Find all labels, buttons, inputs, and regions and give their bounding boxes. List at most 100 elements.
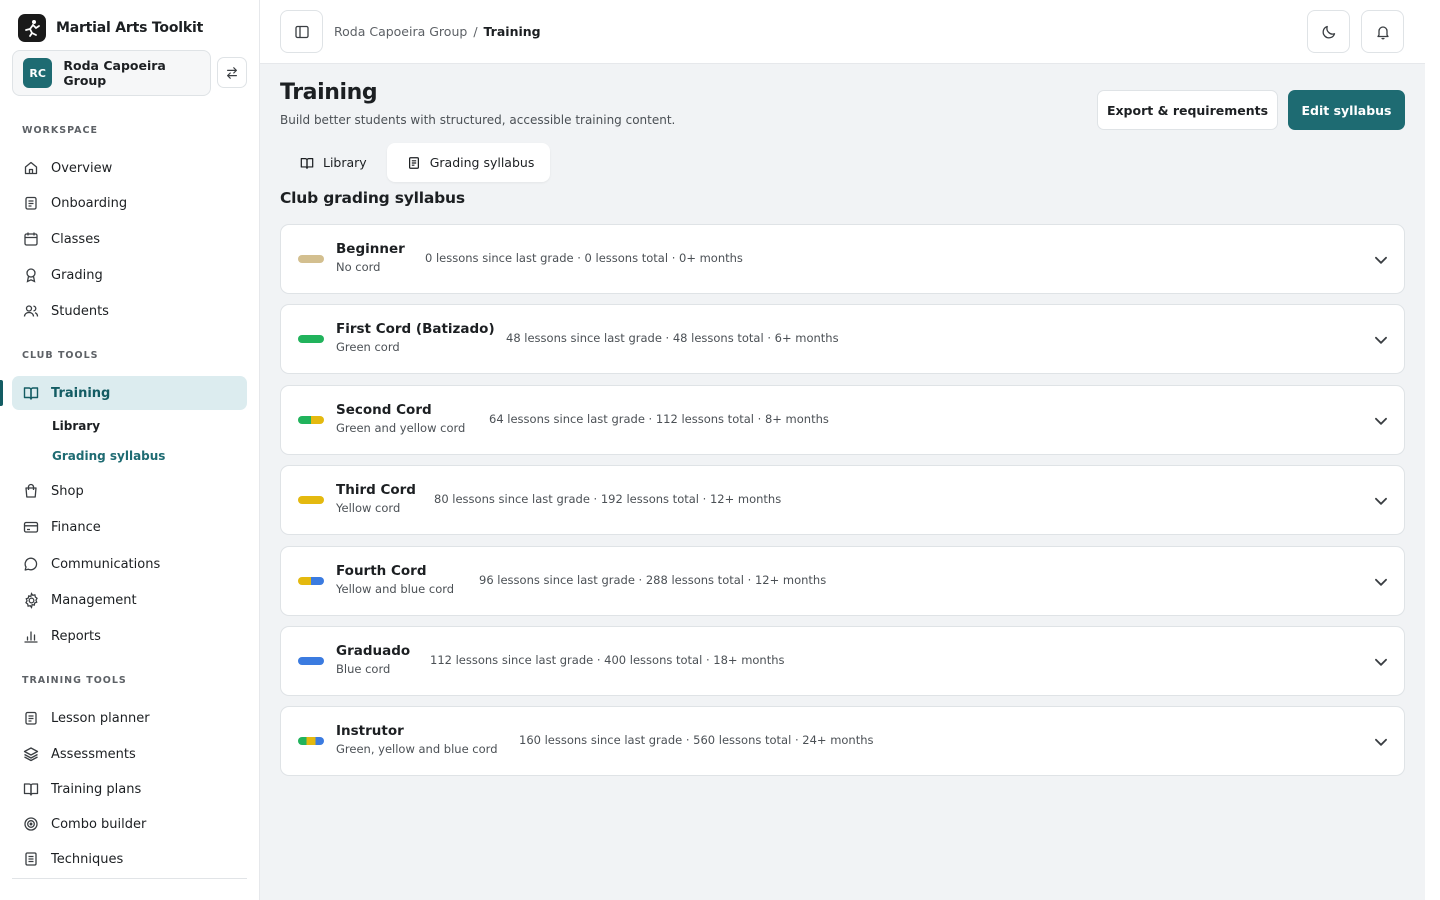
sidebar-item-label: Management	[51, 592, 137, 608]
grade-cord-description: Yellow cord	[336, 501, 401, 516]
chevron-down-icon[interactable]	[1372, 733, 1390, 751]
grade-info: Fourth Cord Yellow and blue cord	[336, 563, 454, 596]
grade-cord-description: No cord	[336, 260, 381, 274]
chevron-down-icon[interactable]	[1372, 573, 1390, 591]
sidebar-item-label: Training plans	[51, 781, 142, 797]
org-switcher[interactable]: RC Roda Capoeira Group	[12, 50, 211, 96]
sidebar-item-combo-builder[interactable]: Combo builder	[12, 807, 247, 841]
sidebar-item-reports[interactable]: Reports	[12, 619, 247, 653]
shopping-bag-icon	[22, 482, 40, 500]
chevron-down-icon[interactable]	[1372, 653, 1390, 671]
grade-name: First Cord (Batizado)	[336, 321, 495, 338]
grade-requirements: 0 lessons since last grade · 0 lessons t…	[425, 251, 743, 265]
training-tabs: Library Grading syllabus	[280, 143, 551, 182]
sidebar-item-label: Overview	[51, 160, 113, 176]
grade-info: Beginner No cord	[336, 241, 405, 274]
sidebar-item-label: Training	[51, 385, 111, 401]
book-open-icon	[22, 780, 40, 798]
moon-icon	[1322, 25, 1335, 38]
sidebar-item-shop[interactable]: Shop	[12, 474, 247, 508]
target-icon	[22, 815, 40, 833]
sidebar-item-label: Reports	[51, 628, 101, 644]
breadcrumb-separator: /	[473, 24, 478, 39]
grade-cord-description: Green, yellow and blue cord	[336, 742, 498, 757]
gear-icon	[22, 591, 40, 609]
sidebar-item-students[interactable]: Students	[12, 294, 247, 328]
sidebar-item-label: Onboarding	[51, 195, 128, 211]
sidebar-item-onboarding[interactable]: Onboarding	[12, 186, 247, 220]
sidebar-item-label: Assessments	[51, 746, 136, 762]
sidebar: Martial Arts Toolkit RC Roda Capoeira Gr…	[0, 0, 260, 900]
edit-syllabus-button[interactable]: Edit syllabus	[1288, 90, 1405, 130]
grade-info: Second Cord Green and yellow cord	[336, 402, 465, 435]
users-icon	[22, 302, 40, 320]
chevron-down-icon[interactable]	[1372, 412, 1390, 430]
grade-requirements: 96 lessons since last grade · 288 lesson…	[479, 572, 827, 587]
grade-card[interactable]: Third Cord Yellow cord 80 lessons since la…	[280, 465, 1405, 536]
org-name: Roda Capoeira Group	[63, 58, 166, 88]
grade-card[interactable]: Instrutor Green, yellow and blue cord 160 …	[280, 706, 1405, 777]
page-title: Training	[280, 80, 378, 105]
sidebar-item-techniques[interactable]: Techniques	[12, 842, 247, 876]
brand[interactable]: Martial Arts Toolkit	[18, 14, 203, 42]
sidebar-item-label: Combo builder	[51, 816, 147, 832]
layers-icon	[22, 745, 40, 763]
cord-swatch	[298, 496, 324, 505]
sidebar-item-label: Communications	[51, 556, 161, 572]
grade-requirements: 112 lessons since last grade · 400 lesso…	[430, 653, 785, 667]
grade-requirements: 160 lessons since last grade · 560 lesso…	[519, 733, 874, 748]
sidebar-item-grading[interactable]: Grading	[12, 258, 247, 292]
sidebar-subitem-library[interactable]: Library	[52, 419, 100, 433]
cord-swatch	[298, 415, 324, 424]
sidebar-item-training-plans[interactable]: Training plans	[12, 772, 247, 806]
sidebar-item-classes[interactable]: Classes	[12, 222, 247, 256]
sidebar-toggle-icon	[294, 25, 309, 38]
grade-requirements: 80 lessons since last grade · 192 lesson…	[434, 492, 782, 507]
grade-card[interactable]: Fourth Cord Yellow and blue cord 96 lesson…	[280, 545, 1405, 616]
tab-grading-syllabus[interactable]: Grading syllabus	[386, 143, 551, 182]
grade-card[interactable]: Beginner No cord 0 lessons since last grad…	[280, 224, 1405, 294]
grade-requirements: 64 lessons since last grade · 112 lesson…	[489, 411, 829, 426]
export-requirements-button[interactable]: Export & requirements	[1097, 90, 1278, 130]
cord-swatch	[298, 335, 324, 344]
cord-swatch	[298, 255, 324, 263]
section-label-workspace: WORKSPACE	[22, 125, 98, 136]
sidebar-item-overview[interactable]: Overview	[12, 151, 247, 185]
switch-org-button[interactable]	[217, 57, 247, 88]
grade-requirements: 48 lessons since last grade · 48 lessons…	[506, 331, 839, 346]
grade-info: Instrutor Green, yellow and blue cord	[336, 723, 498, 756]
sidebar-item-lesson-planner[interactable]: Lesson planner	[12, 701, 247, 735]
app-name: Martial Arts Toolkit	[56, 20, 204, 36]
sidebar-item-assessments[interactable]: Assessments	[12, 737, 247, 771]
sidebar-item-training[interactable]: Training	[12, 376, 247, 410]
grade-info: First Cord (Batizado) Green cord	[336, 321, 495, 354]
grade-card[interactable]: Graduado Blue cord 112 lessons since last …	[280, 626, 1405, 696]
tab-library[interactable]: Library	[280, 143, 383, 182]
chevron-down-icon[interactable]	[1372, 492, 1390, 510]
grade-name: Second Cord	[336, 401, 432, 418]
scrollbar-track[interactable]	[1425, 0, 1440, 900]
notifications-button[interactable]	[1361, 10, 1404, 53]
document-icon	[22, 850, 40, 868]
cord-swatch	[298, 737, 324, 746]
message-icon	[22, 555, 40, 573]
chevron-down-icon[interactable]	[1372, 331, 1390, 349]
toggle-sidebar-button[interactable]	[280, 10, 323, 53]
sidebar-item-label: Lesson planner	[51, 710, 150, 726]
grade-name: Graduado	[336, 643, 411, 659]
sidebar-item-finance[interactable]: Finance	[12, 510, 247, 544]
sidebar-item-label: Classes	[51, 231, 100, 247]
document-icon	[408, 156, 419, 169]
sidebar-item-communications[interactable]: Communications	[12, 547, 247, 581]
sidebar-item-label: Grading	[51, 267, 103, 283]
chevron-down-icon[interactable]	[1372, 251, 1390, 269]
credit-card-icon	[22, 518, 40, 536]
sidebar-item-management[interactable]: Management	[12, 583, 247, 617]
tab-label: Grading syllabus	[429, 155, 535, 170]
breadcrumb-org[interactable]: Roda Capoeira Group	[334, 24, 467, 39]
grade-card[interactable]: First Cord (Batizado) Green cord 48 lesson…	[280, 304, 1405, 375]
theme-toggle-button[interactable]	[1307, 10, 1350, 53]
grade-card[interactable]: Second Cord Green and yellow cord 64 lesso…	[280, 384, 1405, 455]
breadcrumb: Roda Capoeira Group / Training	[334, 24, 541, 39]
sidebar-subitem-grading-syllabus[interactable]: Grading syllabus	[52, 449, 165, 463]
